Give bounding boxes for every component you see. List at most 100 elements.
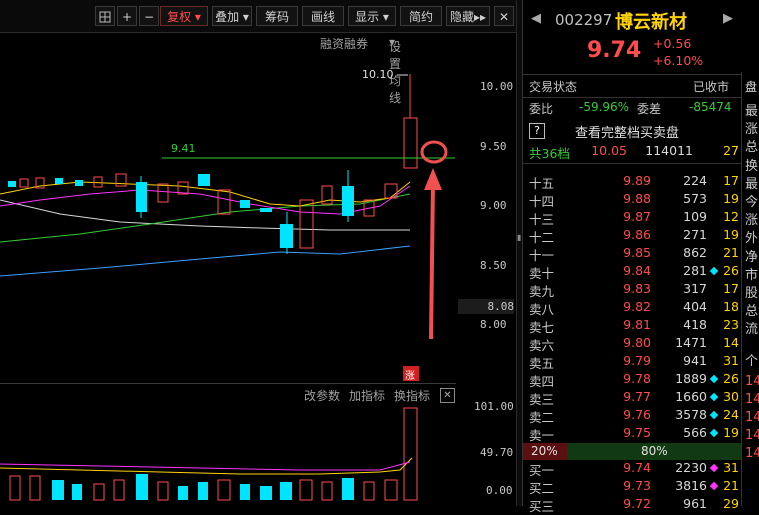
diejia-dropdown[interactable]: 叠加 ▾ bbox=[212, 6, 252, 26]
buy-level-row[interactable]: 买一 9.74 2230 31 bbox=[523, 460, 741, 478]
level-volume: 317 bbox=[683, 281, 707, 296]
sell-level-row[interactable]: 卖九 9.83 317 17 bbox=[523, 281, 741, 299]
close-icon[interactable]: ✕ bbox=[494, 6, 514, 26]
weicha-value: -85474 bbox=[689, 100, 732, 114]
chart-subbar: 融资融券 设置均线 ▾ bbox=[0, 32, 516, 105]
sell-level-row[interactable]: 卖三 9.77 1660 30 bbox=[523, 389, 741, 407]
level-label: 卖四 bbox=[529, 374, 555, 389]
level-price: 9.86 bbox=[623, 227, 651, 242]
settings-icon[interactable] bbox=[95, 6, 115, 26]
level-volume: 1471 bbox=[675, 335, 707, 350]
level-count: 23 bbox=[723, 317, 739, 332]
level-count: 31 bbox=[723, 353, 739, 368]
price-change-pct: +6.10% bbox=[653, 53, 704, 68]
sell-level-row[interactable]: 卖六 9.80 1471 14 bbox=[523, 335, 741, 353]
level-volume: 2230 bbox=[675, 460, 707, 475]
weicha-label: 委差 bbox=[637, 102, 662, 116]
side-label: 最 bbox=[745, 176, 759, 192]
next-stock-icon[interactable]: ▶ bbox=[723, 11, 733, 26]
level-price: 9.88 bbox=[623, 191, 651, 206]
help-icon[interactable]: ? bbox=[529, 123, 545, 139]
level-price: 9.78 bbox=[623, 371, 651, 386]
level-volume: 961 bbox=[683, 496, 707, 511]
sell-level-row[interactable]: 卖七 9.81 418 23 bbox=[523, 317, 741, 335]
side-label: 今 bbox=[745, 195, 759, 210]
level-volume: 566 bbox=[683, 425, 707, 440]
rongzi-link[interactable]: 融资融券 bbox=[320, 35, 368, 52]
kline-chart bbox=[0, 74, 455, 381]
sell-level-row[interactable]: 卖四 9.78 1889 26 bbox=[523, 371, 741, 389]
level-count: 24 bbox=[723, 407, 739, 422]
sell-level-row[interactable]: 卖一 9.75 566 19 bbox=[523, 425, 741, 443]
sell-level-row[interactable]: 十二 9.86 271 19 bbox=[523, 227, 741, 245]
chart-toolbar: + − 复权 ▾ 叠加 ▾ 筹码 画线 显示 ▾ 简约 隐藏▸▸ ✕ bbox=[0, 0, 516, 33]
level-label: 十三 bbox=[529, 212, 555, 227]
sell-level-row[interactable]: 卖五 9.79 941 31 bbox=[523, 353, 741, 371]
level-volume: 418 bbox=[683, 317, 707, 332]
sell-level-row[interactable]: 卖八 9.82 404 18 bbox=[523, 299, 741, 317]
level-count: 31 bbox=[723, 460, 739, 475]
huaxian-button[interactable]: 画线 bbox=[302, 6, 344, 26]
prev-stock-icon[interactable]: ◀ bbox=[531, 11, 541, 26]
side-label: 外 bbox=[745, 231, 759, 247]
side-value: 14 bbox=[745, 392, 759, 407]
price-level-label: 9.41 bbox=[171, 142, 196, 155]
annotation-arrow bbox=[429, 181, 435, 340]
gear-icon bbox=[99, 11, 111, 23]
level-count: 26 bbox=[723, 263, 739, 278]
xianshi-dropdown[interactable]: 显示 ▾ bbox=[348, 6, 396, 26]
level-volume: 404 bbox=[683, 299, 707, 314]
collapse-icon[interactable]: ▮ bbox=[517, 233, 521, 242]
divider bbox=[523, 74, 741, 75]
weibi-value: -59.96% bbox=[579, 100, 630, 114]
sell-level-row[interactable]: 卖十 9.84 281 26 bbox=[523, 263, 741, 281]
level-count: 19 bbox=[723, 191, 739, 206]
yincang-button[interactable]: 隐藏▸▸ bbox=[446, 6, 490, 26]
price-change: +0.56 bbox=[653, 36, 692, 51]
quote-panel: ◀ 002297 博云新材 ▶ 9.74 +0.56 +6.10% 交易状态 已… bbox=[522, 0, 759, 514]
side-label: 换 bbox=[745, 158, 759, 174]
sell-level-row[interactable]: 十四 9.88 573 19 bbox=[523, 191, 741, 209]
level-price: 9.81 bbox=[623, 317, 651, 332]
level-price: 9.72 bbox=[623, 496, 651, 511]
sell-level-row[interactable]: 十三 9.87 109 12 bbox=[523, 209, 741, 227]
volume-axis: 101.00 49.70 0.00 bbox=[474, 400, 514, 497]
candles bbox=[8, 74, 418, 254]
zhang-badge: 涨 bbox=[405, 371, 415, 382]
chouma-button[interactable]: 筹码 bbox=[256, 6, 298, 26]
zoom-out-button[interactable]: − bbox=[139, 6, 159, 26]
sell-level-row[interactable]: 十一 9.85 862 21 bbox=[523, 245, 741, 263]
sell-level-row[interactable]: 卖二 9.76 3578 24 bbox=[523, 407, 741, 425]
side-subheader: 个 bbox=[745, 354, 759, 369]
jia-zhibiao-link[interactable]: 加指标 bbox=[349, 387, 385, 404]
level-price: 9.82 bbox=[623, 299, 651, 314]
zoom-in-button[interactable]: + bbox=[117, 6, 137, 26]
level-price: 9.89 bbox=[623, 173, 651, 188]
ma-settings-link[interactable]: 设置均线 ▾ bbox=[389, 35, 401, 105]
side-value: 14 bbox=[745, 374, 759, 389]
close-indicator-icon[interactable]: ✕ bbox=[440, 388, 455, 403]
indicator-bar: 改参数 加指标 换指标 ✕ bbox=[0, 386, 456, 404]
sell-level-row[interactable]: 十五 9.89 224 17 bbox=[523, 173, 741, 191]
level-volume: 573 bbox=[683, 191, 707, 206]
level-count: 29 bbox=[723, 496, 739, 511]
huan-zhibiao-link[interactable]: 换指标 bbox=[394, 387, 430, 404]
total-levels-row: 共36档 10.05 114011 27 bbox=[529, 143, 739, 161]
level-label: 卖十 bbox=[529, 266, 555, 281]
level-volume: 224 bbox=[683, 173, 707, 188]
buy-level-row[interactable]: 买二 9.73 3816 21 bbox=[523, 478, 741, 496]
annotation-circle bbox=[420, 140, 448, 164]
level-volume: 941 bbox=[683, 353, 707, 368]
level-count: 26 bbox=[723, 371, 739, 386]
side-label: 总 bbox=[745, 304, 759, 320]
level-count: 12 bbox=[723, 209, 739, 224]
fuquan-dropdown[interactable]: 复权 ▾ bbox=[160, 6, 208, 26]
level-volume: 109 bbox=[683, 209, 707, 224]
buy-level-row[interactable]: 买三 9.72 961 29 bbox=[523, 496, 741, 514]
full-book-link[interactable]: 查看完整档买卖盘 bbox=[575, 122, 679, 141]
level-label: 卖六 bbox=[529, 338, 555, 353]
level-price: 9.74 bbox=[623, 460, 651, 475]
jianyue-button[interactable]: 简约 bbox=[400, 6, 442, 26]
level-count: 17 bbox=[723, 173, 739, 188]
gai-canshu-link[interactable]: 改参数 bbox=[304, 387, 340, 404]
